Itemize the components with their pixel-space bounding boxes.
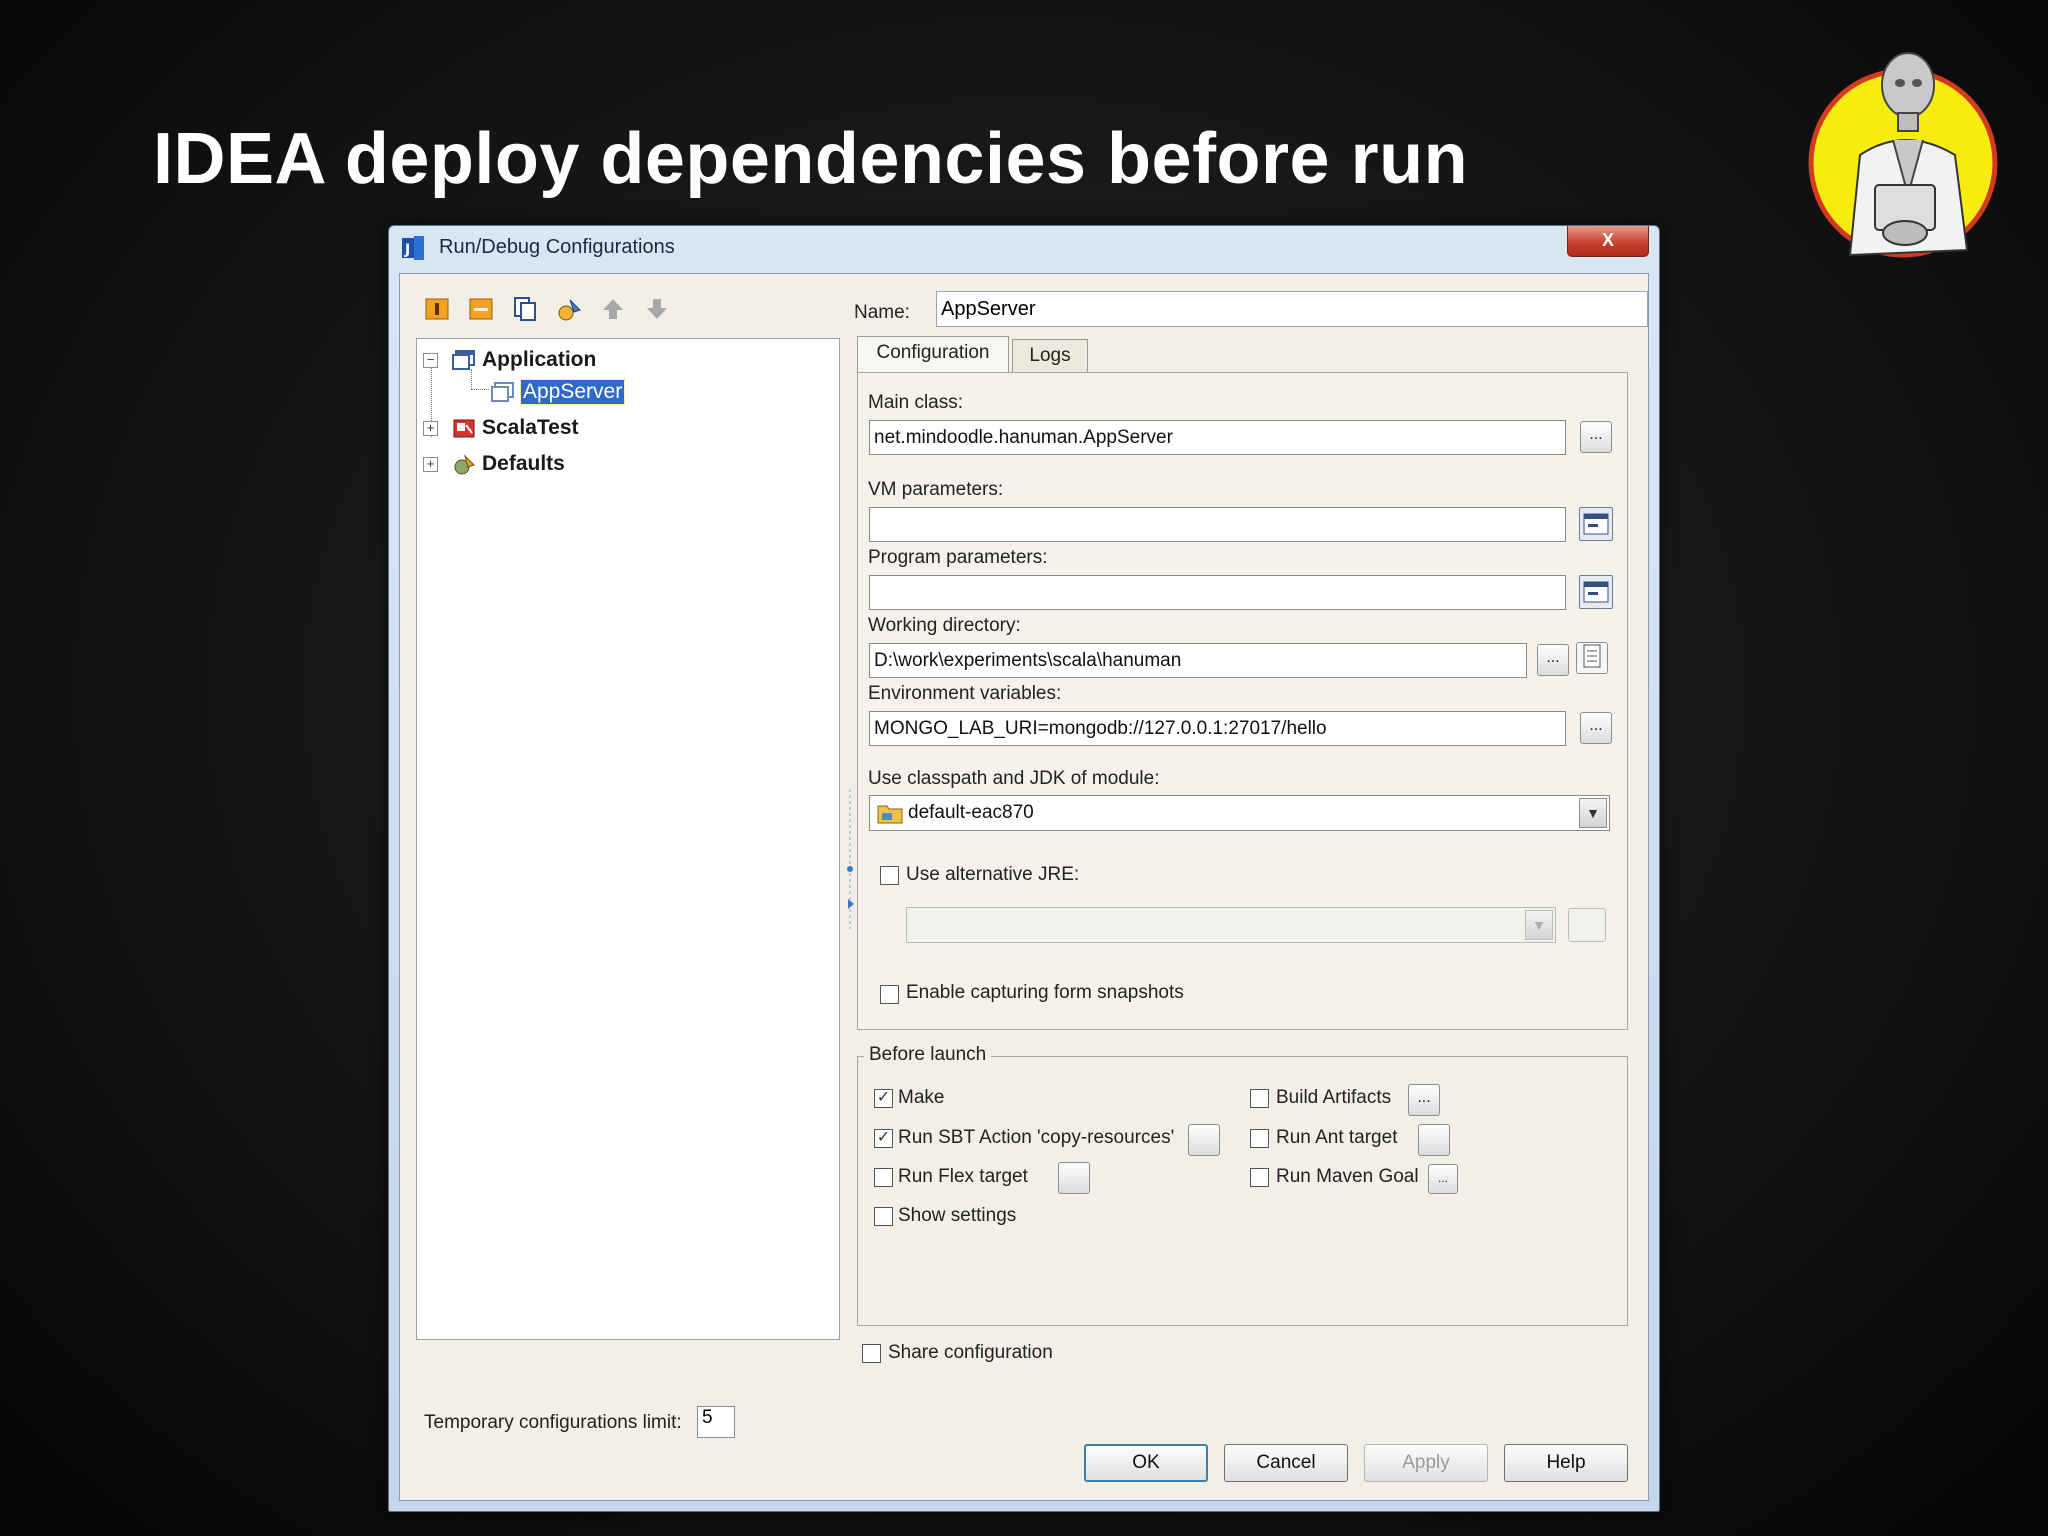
expand-program-params-icon[interactable] — [1579, 575, 1613, 609]
share-configuration-label: Share configuration — [888, 1342, 1053, 1363]
tree-item-application[interactable]: − Application — [423, 345, 596, 375]
snapshots-label: Enable capturing form snapshots — [906, 982, 1184, 1003]
flex-target-settings-button[interactable] — [1058, 1162, 1090, 1194]
maven-goal-label: Run Maven Goal — [1276, 1166, 1419, 1187]
run-debug-dialog: J Run/Debug Configurations X − Applicati… — [388, 225, 1660, 1512]
move-down-icon[interactable] — [642, 294, 672, 324]
config-toolbar — [422, 294, 672, 328]
module-combo[interactable]: default-eac870 ▼ — [869, 795, 1610, 831]
make-checkbox[interactable]: ✓ — [874, 1089, 893, 1108]
before-launch-group — [857, 1056, 1628, 1326]
robot-mascot-image — [1808, 52, 1998, 258]
vm-params-field[interactable] — [869, 507, 1566, 542]
app-config-icon — [491, 382, 514, 402]
classpath-label: Use classpath and JDK of module: — [868, 768, 1160, 789]
show-settings-label: Show settings — [898, 1205, 1017, 1226]
scalatest-icon — [453, 419, 475, 438]
module-combo-value: default-eac870 — [908, 802, 1034, 823]
browse-main-class-button[interactable]: ... — [1580, 421, 1612, 453]
intellij-app-icon: J — [402, 236, 424, 260]
ant-target-checkbox[interactable] — [1250, 1129, 1269, 1148]
defaults-icon — [454, 454, 475, 475]
ant-target-label: Run Ant target — [1276, 1127, 1398, 1148]
before-launch-legend: Before launch — [864, 1044, 992, 1066]
share-configuration-checkbox[interactable] — [862, 1344, 881, 1363]
remove-icon[interactable] — [466, 294, 496, 324]
tree-item-appserver[interactable]: AppServer — [491, 377, 626, 407]
copy-icon[interactable] — [510, 294, 540, 324]
ant-target-settings-button[interactable] — [1418, 1124, 1450, 1156]
alt-jre-checkbox[interactable] — [880, 866, 899, 885]
move-up-icon[interactable] — [598, 294, 628, 324]
build-artifacts-label: Build Artifacts — [1276, 1087, 1392, 1108]
application-icon — [452, 350, 475, 370]
slide-title: IDEA deploy dependencies before run — [153, 119, 1469, 199]
close-button[interactable]: X — [1567, 226, 1649, 257]
edit-defaults-icon[interactable] — [554, 294, 584, 324]
name-label: Name: — [854, 302, 910, 323]
tree-item-label: Defaults — [482, 452, 565, 475]
expand-icon[interactable]: + — [423, 420, 438, 436]
main-class-label: Main class: — [868, 392, 964, 413]
tree-item-label: ScalaTest — [482, 416, 579, 439]
maven-goal-checkbox[interactable] — [1250, 1168, 1269, 1187]
working-dir-field[interactable]: D:\work\experiments\scala\hanuman — [869, 643, 1527, 678]
tree-item-defaults[interactable]: + Defaults — [423, 449, 565, 479]
alt-jre-label: Use alternative JRE: — [906, 864, 1080, 885]
expand-icon[interactable]: + — [423, 456, 438, 472]
sbt-action-settings-button[interactable] — [1188, 1124, 1220, 1156]
program-params-label: Program parameters: — [868, 547, 1048, 568]
alt-jre-combo: ▼ — [906, 907, 1556, 943]
working-dir-label: Working directory: — [868, 615, 1021, 636]
temp-limit-label: Temporary configurations limit: — [424, 1412, 682, 1433]
sbt-action-checkbox[interactable]: ✓ — [874, 1129, 893, 1148]
vm-params-label: VM parameters: — [868, 479, 1004, 500]
chevron-down-icon[interactable]: ▼ — [1579, 798, 1607, 828]
env-vars-label: Environment variables: — [868, 683, 1062, 704]
tab-logs[interactable]: Logs — [1012, 339, 1088, 373]
dialog-title: Run/Debug Configurations — [439, 236, 675, 258]
sbt-action-label: Run SBT Action 'copy-resources' — [898, 1127, 1175, 1148]
expand-vm-params-icon[interactable] — [1579, 507, 1613, 541]
chevron-down-icon: ▼ — [1525, 910, 1553, 940]
edit-env-vars-button[interactable]: ... — [1580, 712, 1612, 744]
snapshots-checkbox[interactable] — [880, 985, 899, 1004]
tab-configuration[interactable]: Configuration — [857, 336, 1009, 373]
dialog-client-area: − Application AppServer + ScalaTest + De… — [399, 273, 1649, 1501]
build-artifacts-button[interactable]: ... — [1408, 1084, 1440, 1116]
flex-target-checkbox[interactable] — [874, 1168, 893, 1187]
make-label: Make — [898, 1087, 945, 1108]
cancel-button[interactable]: Cancel — [1224, 1444, 1348, 1482]
browse-working-dir-button[interactable]: ... — [1537, 644, 1569, 676]
build-artifacts-checkbox[interactable] — [1250, 1089, 1269, 1108]
name-field[interactable]: AppServer — [936, 291, 1648, 327]
module-folder-icon — [877, 805, 903, 824]
env-vars-field[interactable]: MONGO_LAB_URI=mongodb://127.0.0.1:27017/… — [869, 711, 1566, 746]
svg-text:J: J — [404, 242, 410, 258]
browse-jre-button — [1568, 908, 1606, 942]
main-class-field[interactable]: net.mindoodle.hanuman.AppServer — [869, 420, 1566, 455]
dialog-titlebar[interactable]: J Run/Debug Configurations X — [389, 226, 1659, 268]
apply-button[interactable]: Apply — [1364, 1444, 1488, 1482]
tree-item-label: AppServer — [519, 379, 626, 405]
maven-goal-settings-button[interactable]: ... — [1428, 1164, 1458, 1194]
program-params-field[interactable] — [869, 575, 1566, 610]
insert-macro-icon[interactable] — [1576, 642, 1608, 674]
show-settings-checkbox[interactable] — [874, 1207, 893, 1226]
add-icon[interactable] — [422, 294, 452, 324]
tree-item-label: Application — [482, 348, 597, 371]
temp-limit-input[interactable]: 5 — [697, 1406, 735, 1438]
config-tree[interactable]: − Application AppServer + ScalaTest + De… — [416, 338, 840, 1340]
tree-item-scalatest[interactable]: + ScalaTest — [423, 413, 579, 443]
splitter-handle[interactable] — [846, 789, 856, 929]
collapse-icon[interactable]: − — [423, 352, 438, 368]
flex-target-label: Run Flex target — [898, 1166, 1028, 1187]
help-button[interactable]: Help — [1504, 1444, 1628, 1482]
ok-button[interactable]: OK — [1084, 1444, 1208, 1482]
